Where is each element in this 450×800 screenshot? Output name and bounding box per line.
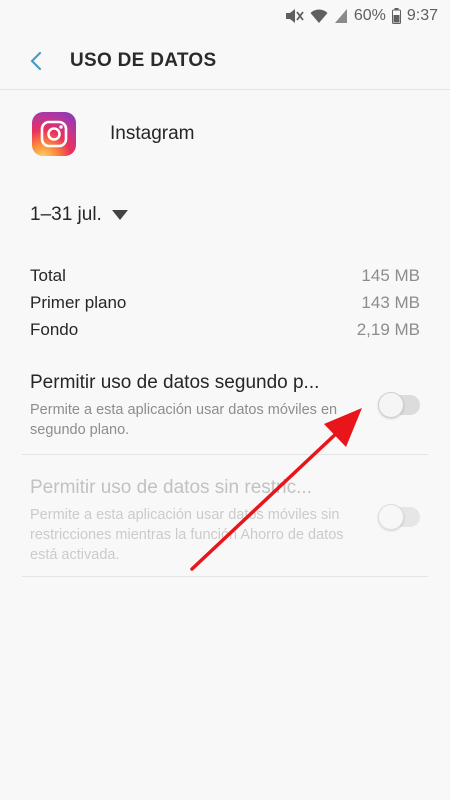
annotation-arrow <box>190 408 362 571</box>
